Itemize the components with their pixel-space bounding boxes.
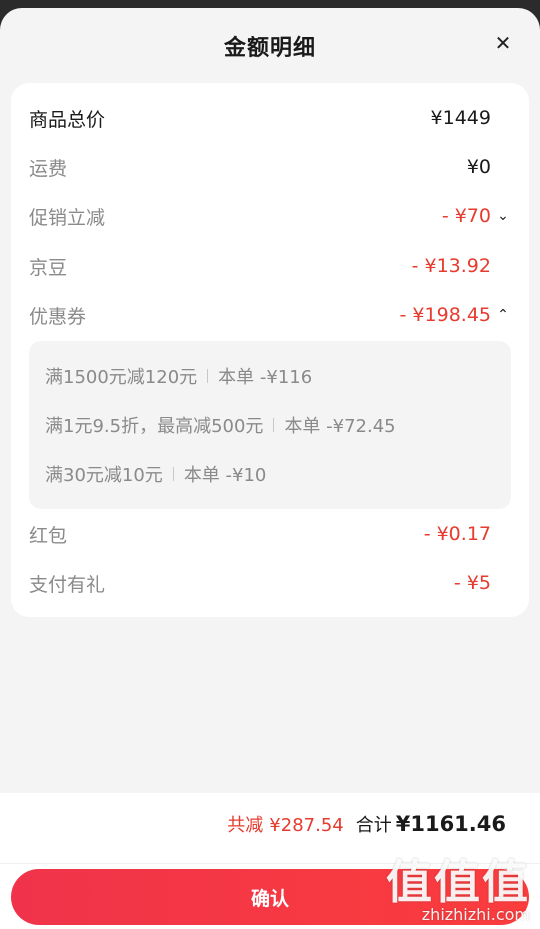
watermark-url: zhizhizhi.com [421,905,530,924]
row-label: 商品总价 [29,108,106,131]
divider [207,369,209,383]
chevron-down-icon[interactable]: ⌄ [495,208,511,224]
amount-detail-sheet: 金额明细 ✕ 商品总价 ¥1449 运费 ¥0 促销立减 - ¥70 ⌄ 京豆 -… [0,8,540,929]
row-payment-gift: 支付有礼 - ¥5 [29,568,511,598]
amount-card: 商品总价 ¥1449 运费 ¥0 促销立减 - ¥70 ⌄ 京豆 - ¥13.92… [11,83,529,617]
coupon-discount: 本单 -¥72.45 [284,416,396,437]
row-value: - ¥13.92 [411,255,491,277]
row-value: ¥1449 [430,107,491,129]
saved-label: 共减 [227,815,264,836]
row-jingdou: 京豆 - ¥13.92 [29,251,511,281]
coupon-item: 满30元减10元 本单 -¥10 [45,461,266,487]
row-shipping: 运费 ¥0 [29,152,511,182]
coupon-rule: 满30元减10元 [45,465,163,486]
row-coupon[interactable]: 优惠券 - ¥198.45 ⌃ [29,300,511,330]
close-icon[interactable]: ✕ [490,30,516,56]
row-label: 促销立减 [29,206,106,229]
row-label: 运费 [29,157,68,180]
coupon-discount: 本单 -¥10 [183,465,267,486]
row-value: - ¥70 [441,205,491,227]
row-red-packet: 红包 - ¥0.17 [29,519,511,549]
saved-value: ¥287.54 [269,815,344,836]
row-label: 京豆 [29,256,68,279]
row-value: - ¥5 [453,572,491,594]
watermark-logo: 值值值 zhizhizhi.com [386,859,530,923]
coupon-item: 满1500元减120元 本单 -¥116 [45,363,312,389]
coupon-rule: 满1500元减120元 [45,367,198,388]
sheet-title: 金额明细 [223,36,316,61]
coupon-rule: 满1元9.5折，最高减500元 [45,416,264,437]
row-value: - ¥198.45 [399,304,491,326]
row-value: - ¥0.17 [423,523,491,545]
row-goods-total: 商品总价 ¥1449 [29,103,511,133]
divider [172,467,174,481]
row-promotion[interactable]: 促销立减 - ¥70 ⌄ [29,201,511,231]
chevron-up-icon[interactable]: ⌃ [495,307,511,323]
row-label: 支付有礼 [29,573,106,596]
total-value: ¥1161.46 [395,812,506,836]
divider [273,418,275,432]
total-summary: 共减 ¥287.54 合计 ¥1161.46 [227,811,506,837]
coupon-detail-panel: 满1500元减120元 本单 -¥116 满1元9.5折，最高减500元 本单 … [29,341,511,509]
coupon-discount: 本单 -¥116 [218,367,313,388]
watermark-main: 值值值 [386,855,530,909]
row-label: 红包 [29,524,68,547]
row-value: ¥0 [466,156,491,178]
row-label: 优惠券 [29,305,87,328]
coupon-item: 满1元9.5折，最高减500元 本单 -¥72.45 [45,412,396,438]
total-label: 合计 [355,815,392,836]
